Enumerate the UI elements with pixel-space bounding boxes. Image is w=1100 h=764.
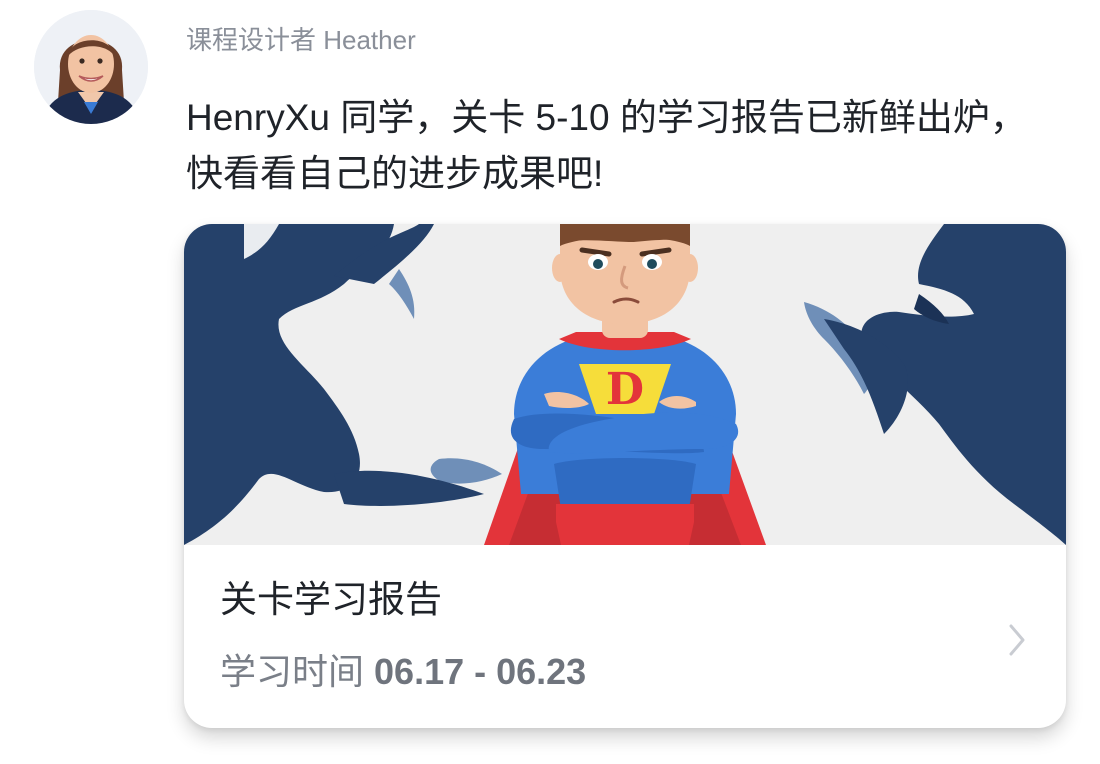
message-line-1: HenryXu 同学，关卡 5-10 的学习报告已新鲜出炉， [186,97,1027,138]
teacher-avatar[interactable] [34,10,148,124]
superhero-illustration-icon: D [184,224,1066,545]
hero-emblem-letter: D [606,364,644,415]
study-time-label: 学习时间 [220,651,365,692]
sender-name: 课程设计者 Heather [186,25,416,55]
report-banner: D [184,224,1066,545]
chat-message: HenryXu 同学，关卡 5-10 的学习报告已新鲜出炉， 快看看自己的进步成… [186,90,1066,202]
card-title: 关卡学习报告 [220,579,442,620]
learning-report-card[interactable]: D 关卡学习报告 学习时间 06.17 - 06.23 [184,224,1066,728]
chevron-right-icon[interactable] [1002,620,1032,660]
teacher-avatar-icon [34,10,148,124]
study-time: 学习时间 06.17 - 06.23 [220,648,586,696]
message-line-2: 快看看自己的进步成果吧! [186,153,604,194]
study-time-range: 06.17 - 06.23 [374,651,587,692]
